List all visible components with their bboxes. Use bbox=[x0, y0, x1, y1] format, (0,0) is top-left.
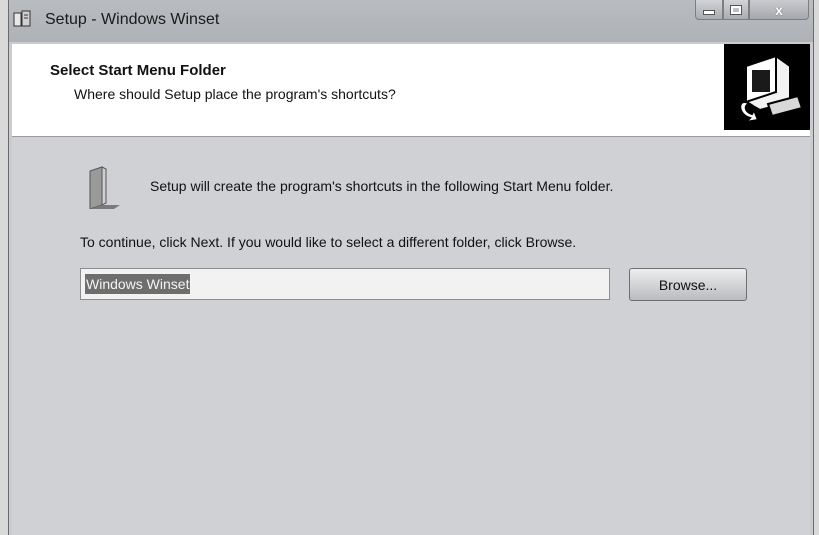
folder-input-value: Windows Winset bbox=[85, 274, 191, 294]
minimize-icon bbox=[703, 10, 715, 15]
start-menu-folder-input[interactable]: Windows Winset bbox=[80, 268, 610, 300]
setup-window: Setup - Windows Winset x Select Start Me… bbox=[8, 0, 814, 535]
continue-instructions: To continue, click Next. If you would li… bbox=[80, 234, 577, 250]
maximize-button[interactable] bbox=[723, 0, 749, 20]
close-button[interactable]: x bbox=[749, 0, 809, 20]
maximize-icon bbox=[730, 4, 742, 15]
wizard-header: Select Start Menu Folder Where should Se… bbox=[12, 44, 810, 137]
title-bar[interactable]: Setup - Windows Winset x bbox=[9, 0, 813, 42]
window-title: Setup - Windows Winset bbox=[45, 11, 220, 28]
wizard-content: Setup will create the program's shortcut… bbox=[12, 137, 810, 535]
info-text: Setup will create the program's shortcut… bbox=[150, 178, 614, 194]
setup-app-icon bbox=[13, 10, 31, 27]
folder-icon bbox=[89, 166, 120, 209]
page-title: Select Start Menu Folder bbox=[50, 62, 226, 79]
computer-setup-icon bbox=[724, 44, 810, 130]
page-subtitle: Where should Setup place the program's s… bbox=[74, 86, 396, 102]
caption-buttons: x bbox=[695, 0, 809, 22]
browse-button[interactable]: Browse... bbox=[629, 268, 747, 301]
close-icon: x bbox=[775, 1, 783, 18]
minimize-button[interactable] bbox=[695, 0, 723, 20]
